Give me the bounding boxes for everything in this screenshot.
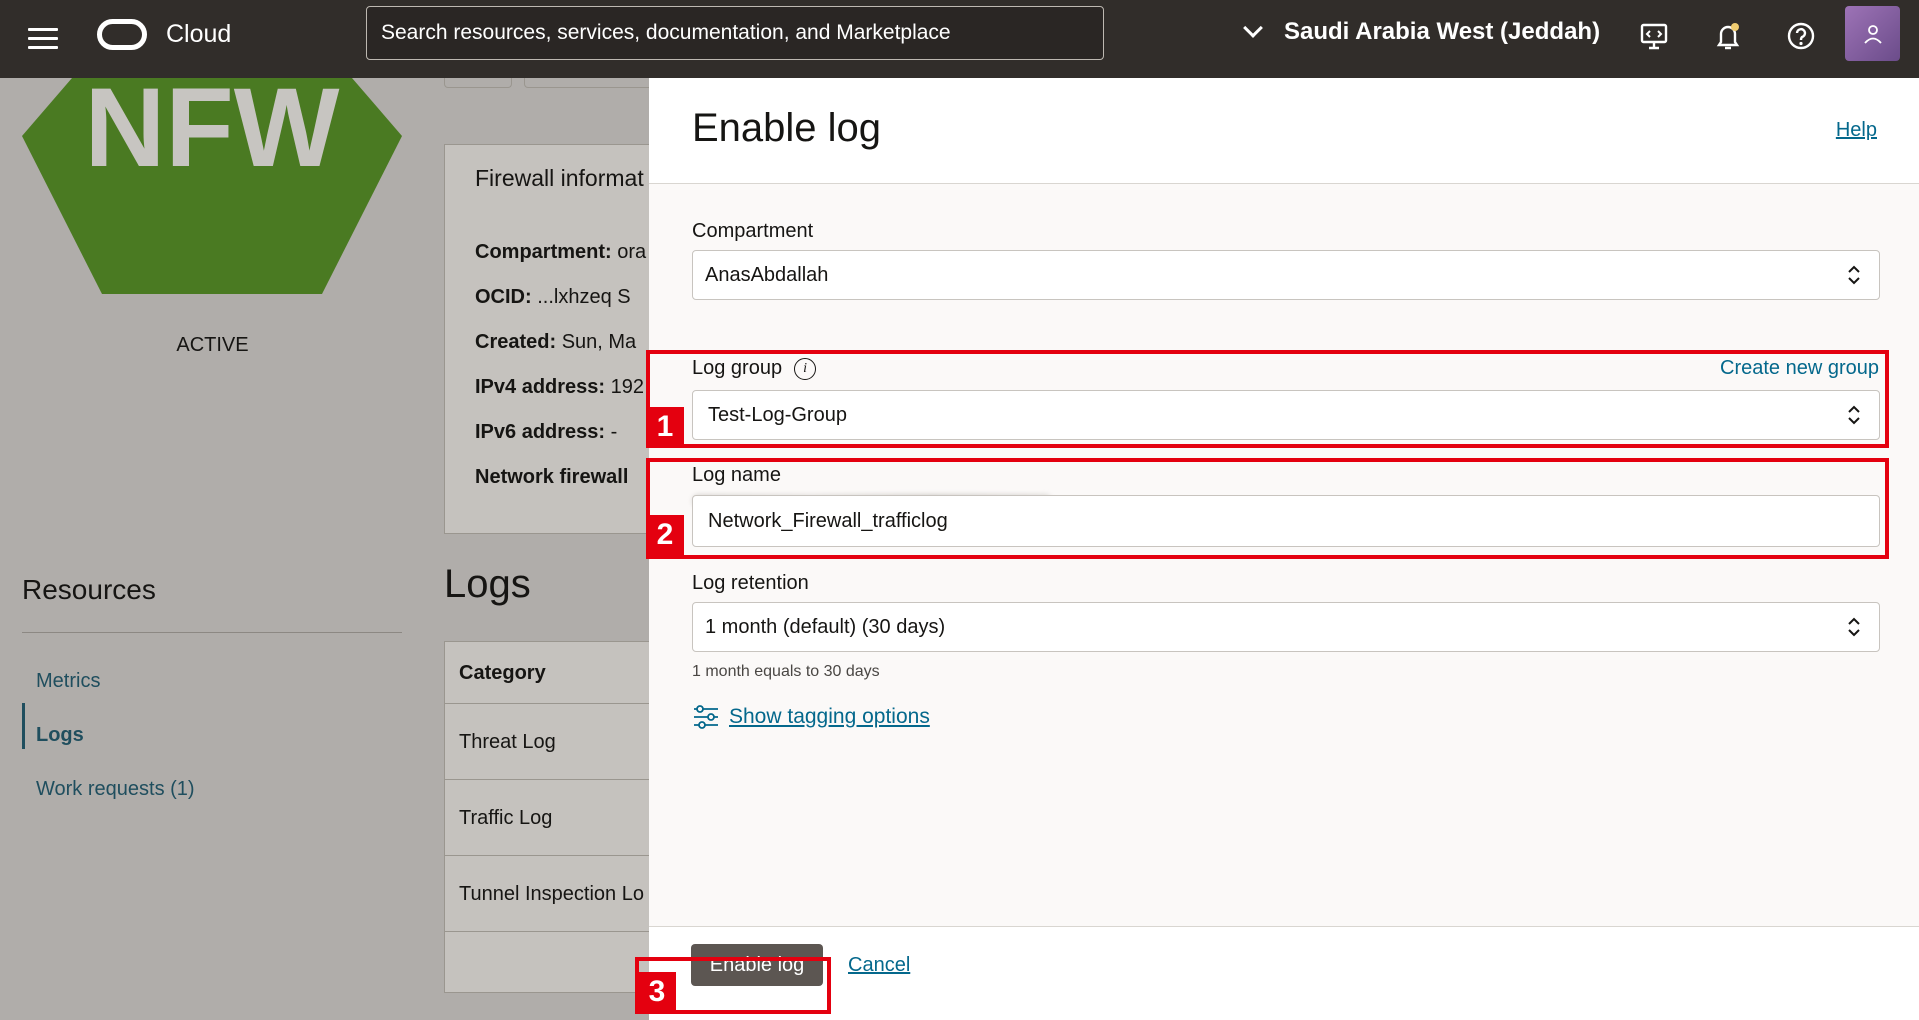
top-navigation-bar: Cloud Search resources, services, docume…: [0, 0, 1919, 78]
resource-link-logs[interactable]: Logs: [36, 724, 84, 747]
action-button: [524, 78, 650, 88]
compartment-label: Compartment: [692, 220, 814, 242]
info-row-ipv4: IPv4 address: 192: [475, 376, 645, 398]
show-tagging-options[interactable]: Show tagging options: [692, 704, 930, 730]
updown-chevron-icon: [1848, 265, 1860, 285]
info-row-network-firewall: Network firewall: [475, 466, 629, 488]
oracle-logo-icon: [97, 19, 147, 50]
nfw-logo-text: NFW: [84, 78, 339, 190]
search-placeholder: Search resources, services, documentatio…: [381, 21, 951, 44]
enable-log-panel: Enable log Help Compartment AnasAbdallah…: [649, 78, 1919, 1020]
help-icon[interactable]: [1785, 20, 1817, 52]
firewall-information-card: Firewall informat Compartment: ora OCID:…: [444, 144, 650, 534]
annotation-number: 3: [638, 972, 676, 1012]
table-row: Threat Log: [445, 704, 650, 780]
cancel-link[interactable]: Cancel: [848, 954, 910, 977]
logs-table: Category Threat Log Traffic Log Tunnel I…: [444, 641, 650, 993]
log-group-label: Log group i: [692, 357, 817, 380]
resources-heading: Resources: [22, 574, 156, 605]
resource-link-work-requests[interactable]: Work requests (1): [36, 778, 195, 801]
log-name-label: Log name: [692, 464, 781, 486]
log-group-select[interactable]: Test-Log-Group: [692, 390, 1880, 440]
compartment-value: AnasAbdallah: [705, 263, 829, 286]
chevron-down-icon: [1243, 18, 1263, 38]
enable-log-button[interactable]: Enable log: [691, 944, 823, 986]
notifications-bell-icon[interactable]: [1712, 20, 1744, 52]
region-label: Saudi Arabia West (Jeddah): [1284, 18, 1601, 45]
table-row: Tunnel Inspection Lo: [445, 856, 650, 932]
annotation-number: 2: [646, 515, 684, 555]
info-row-created: Created: Sun, Ma: [475, 331, 637, 353]
developer-tools-icon[interactable]: [1638, 20, 1670, 52]
brand-label: Cloud: [166, 20, 232, 48]
annotation-number: 1: [646, 407, 684, 447]
log-retention-value: 1 month (default) (30 days): [705, 615, 946, 638]
network-firewall-details-page: NFW ACTIVE Firewall informat Compartment…: [0, 78, 650, 1020]
table-row: [445, 932, 650, 992]
region-selector[interactable]: Saudi Arabia West (Jeddah): [1243, 18, 1601, 46]
help-link[interactable]: Help: [1836, 119, 1877, 142]
menu-icon[interactable]: [28, 24, 58, 52]
user-avatar[interactable]: [1845, 6, 1900, 61]
updown-chevron-icon: [1848, 617, 1860, 637]
log-retention-hint: 1 month equals to 30 days: [692, 663, 880, 680]
divider: [22, 632, 402, 633]
info-icon[interactable]: i: [794, 357, 817, 380]
log-retention-label: Log retention: [692, 572, 809, 594]
info-row-ipv6: IPv6 address: -: [475, 421, 618, 443]
info-row-compartment: Compartment: ora: [475, 241, 647, 263]
logs-heading: Logs: [444, 562, 531, 606]
panel-title: Enable log: [692, 106, 882, 150]
oracle-cloud-brand[interactable]: Cloud: [97, 19, 231, 50]
resource-link-metrics[interactable]: Metrics: [36, 670, 100, 693]
sliders-icon: [694, 705, 718, 729]
search-input[interactable]: Search resources, services, documentatio…: [366, 6, 1104, 60]
info-row-ocid: OCID: ...lxhzeq S: [475, 286, 631, 308]
status-label: ACTIVE: [176, 334, 249, 356]
show-tagging-options-label: Show tagging options: [729, 705, 930, 728]
active-indicator: [22, 703, 25, 749]
column-header-category: Category: [445, 642, 650, 704]
table-row: Traffic Log: [445, 780, 650, 856]
panel-header: Enable log Help: [649, 78, 1919, 184]
log-group-value: Test-Log-Group: [708, 403, 847, 426]
create-new-group-link[interactable]: Create new group: [1720, 357, 1879, 380]
card-title: Firewall informat: [475, 165, 644, 191]
log-name-input[interactable]: Network_Firewall_trafficlog: [692, 495, 1880, 547]
nfw-logo: NFW: [22, 78, 402, 294]
panel-footer: Enable log Cancel: [649, 926, 1919, 1020]
user-icon: [1863, 24, 1882, 44]
updown-chevron-icon: [1848, 405, 1860, 425]
panel-body: Compartment AnasAbdallah Log group i Crea…: [649, 184, 1919, 926]
log-name-value: Network_Firewall_trafficlog: [708, 509, 948, 532]
log-retention-select[interactable]: 1 month (default) (30 days): [692, 602, 1880, 652]
compartment-select[interactable]: AnasAbdallah: [692, 250, 1880, 300]
action-button: [444, 78, 512, 88]
